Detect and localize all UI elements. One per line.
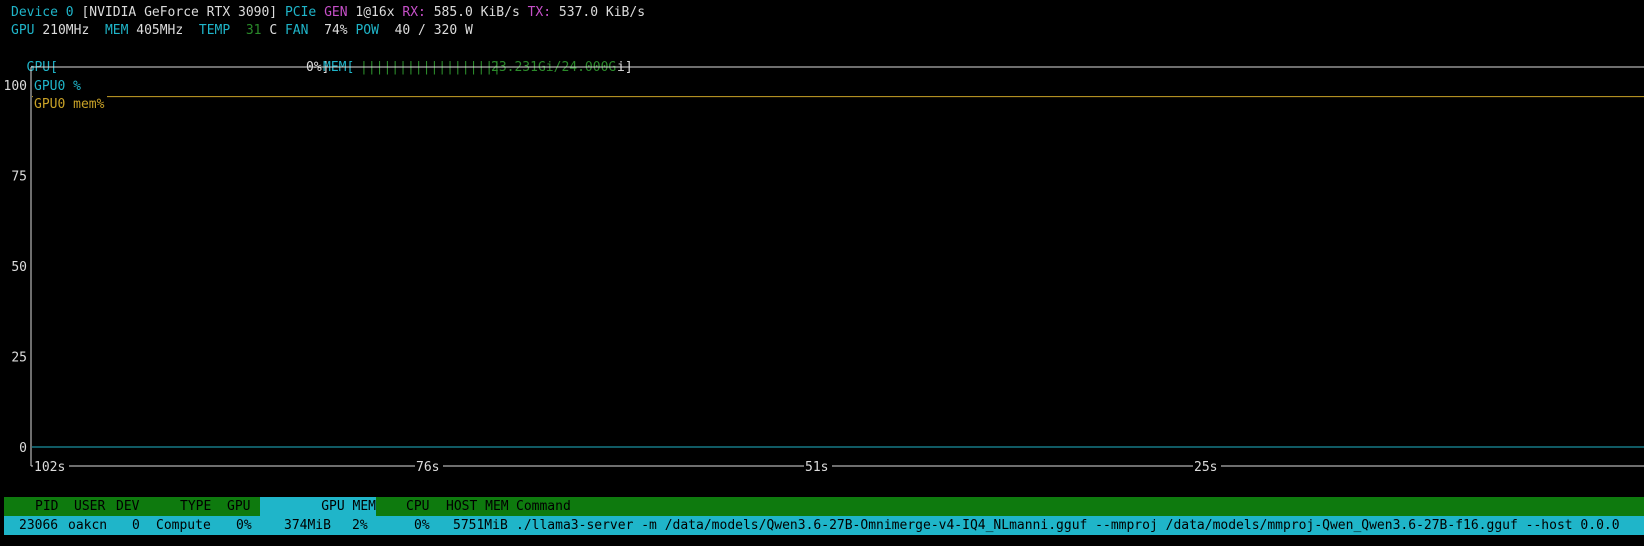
pcie-label: PCIe <box>284 5 317 20</box>
row-cpu: 0% <box>414 518 430 533</box>
x-tick-label: 51s <box>805 460 828 475</box>
pow-value: 40 / 320 W <box>394 23 473 38</box>
row-type: Compute <box>156 518 211 533</box>
tx-value: 537.0 KiB/s <box>558 5 646 20</box>
temp-value: 31 <box>245 23 262 38</box>
col-type[interactable]: TYPE <box>180 497 211 516</box>
usage-chart: 100 75 50 25 0 102s 76s 51s 25s GPU0 % GPU0 mem% <box>4 66 1644 475</box>
row-host-mem: 5751MiB <box>453 518 508 533</box>
gpu-clock-value: 210MHz <box>42 23 90 38</box>
x-tick-label: 76s <box>416 460 439 475</box>
chart-series <box>32 96 1644 448</box>
chart-y-axis: 100 75 50 25 0 <box>4 79 27 456</box>
fan-value: 74% <box>324 23 348 38</box>
col-host-mem[interactable]: HOST MEM <box>446 497 509 516</box>
temp-label: TEMP <box>198 23 231 38</box>
rx-value: 585.0 KiB/s <box>433 5 520 20</box>
y-tick-label: 25 <box>11 351 27 366</box>
row-user: oakcn <box>68 518 108 533</box>
legend-entry: GPU0 mem% <box>34 97 105 112</box>
row-gpu-mem-pct: 2% <box>352 518 368 533</box>
gpu-clock-label: GPU <box>11 23 35 38</box>
fan-label: FAN <box>284 23 309 38</box>
y-tick-label: 50 <box>11 260 27 275</box>
row-command: ./llama3-server -m /data/models/Qwen3.6-… <box>516 518 1620 533</box>
row-pid: 23066 <box>19 518 59 533</box>
gen-value: 1@16x <box>355 5 395 20</box>
gen-label: GEN <box>324 5 348 20</box>
col-gpu[interactable]: GPU <box>227 497 250 516</box>
chart-legend: GPU0 % GPU0 mem% <box>33 77 107 112</box>
pow-label: POW <box>355 23 379 38</box>
col-gpu-mem[interactable]: GPU MEM <box>260 497 376 516</box>
rx-label: RX: <box>402 5 426 20</box>
x-tick-label: 25s <box>1194 460 1217 475</box>
y-tick-label: 100 <box>4 79 27 94</box>
tx-label: TX: <box>527 5 552 20</box>
chart-x-axis: 102s 76s 51s 25s <box>31 457 1644 475</box>
table-header: PID USER DEV TYPE GPU GPU MEM CPU HOST M… <box>4 497 1644 516</box>
row-gpu: 0% <box>236 518 252 533</box>
usage-bars-line: GPU[0%] MEM[|||||||||||||||||| 23.231Gi/24… <box>11 39 651 75</box>
row-gpu-mem: 374MiB <box>284 518 331 533</box>
mem-clock-value: 405MHz <box>136 23 184 38</box>
col-user[interactable]: USER <box>74 497 105 516</box>
col-cpu[interactable]: CPU <box>406 497 429 516</box>
y-tick-label: 0 <box>19 441 27 456</box>
device-label: Device 0 <box>11 5 74 20</box>
mem-clock-label: MEM <box>104 23 129 38</box>
col-dev[interactable]: DEV <box>116 497 139 516</box>
table-row[interactable]: 23066 oakcn 0 Compute 0% 374MiB 2% 0% 57… <box>4 516 1644 535</box>
legend-entry: GPU0 % <box>34 79 81 94</box>
col-pid[interactable]: PID <box>35 497 58 516</box>
temp-unit: C <box>269 23 278 38</box>
col-command[interactable]: Command <box>516 497 571 516</box>
y-tick-label: 75 <box>11 170 27 185</box>
device-name: [NVIDIA GeForce RTX 3090] <box>81 5 278 20</box>
chart-frame <box>30 66 1644 466</box>
row-dev: 0 <box>132 518 140 533</box>
x-tick-label: 102s <box>34 460 65 475</box>
device-info-line: Device 0 [NVIDIA GeForce RTX 3090] PCIe … <box>11 3 645 22</box>
clock-info-line: GPU 210MHz MEM 405MHz TEMP 31 C FAN 74% … <box>11 21 473 40</box>
